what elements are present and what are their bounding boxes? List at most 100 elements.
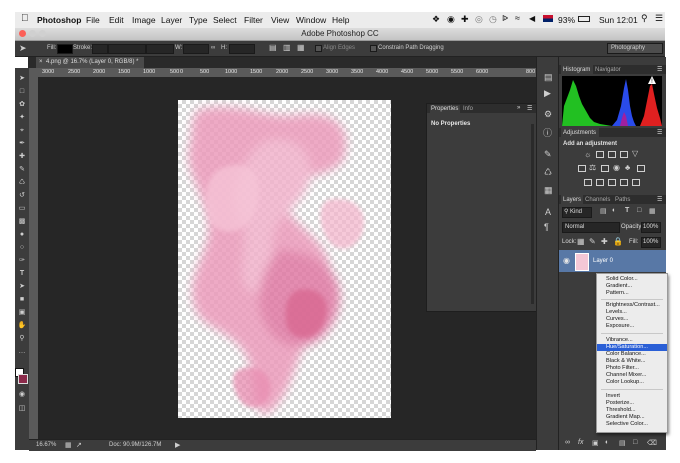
- brush-tool-icon[interactable]: ✎: [17, 165, 27, 174]
- dropbox-icon[interactable]: ❖: [432, 14, 440, 25]
- actions-icon[interactable]: ▶: [544, 88, 551, 99]
- hue-sat-icon[interactable]: [578, 165, 586, 172]
- visibility-eye-icon[interactable]: ◉: [563, 256, 570, 265]
- channel-mixer-icon[interactable]: ♣: [625, 163, 630, 172]
- exposure-icon[interactable]: [620, 151, 628, 158]
- collapse-icon[interactable]: »: [517, 105, 520, 111]
- menu-window[interactable]: Window: [296, 15, 326, 25]
- menu-list-icon[interactable]: ☰: [655, 13, 663, 24]
- menu-layer[interactable]: Layer: [161, 15, 182, 25]
- menu-item-posterize[interactable]: Posterize...: [597, 400, 667, 407]
- menu-item-pattern[interactable]: Pattern...: [597, 290, 667, 297]
- path-arrangement-icon[interactable]: ▦: [297, 43, 305, 52]
- lasso-tool-icon[interactable]: ✿: [17, 100, 27, 109]
- layer-name[interactable]: Layer 0: [593, 258, 613, 264]
- menu-item-solid-color[interactable]: Solid Color...: [597, 276, 667, 283]
- properties-icon[interactable]: ⚙: [544, 109, 552, 120]
- photo-filter-icon[interactable]: ◉: [613, 163, 620, 172]
- panel-menu-icon[interactable]: ☰: [527, 105, 532, 112]
- dodge-tool-icon[interactable]: ○: [17, 243, 27, 252]
- eyedropper-tool-icon[interactable]: ✒: [17, 139, 27, 148]
- lock-position-icon[interactable]: ✚: [601, 237, 608, 246]
- height-field[interactable]: [229, 44, 255, 54]
- document-canvas[interactable]: [178, 100, 391, 418]
- clock[interactable]: Sun 12:01: [599, 15, 638, 25]
- menu-item-curves[interactable]: Curves...: [597, 316, 667, 323]
- status-circle-icon[interactable]: ◉: [447, 14, 455, 25]
- share-icon[interactable]: ↗: [76, 441, 82, 449]
- menu-item-color-lookup[interactable]: Color Lookup...: [597, 379, 667, 386]
- tab-adjustments[interactable]: Adjustments: [563, 130, 596, 136]
- menu-filter[interactable]: Filter: [244, 15, 263, 25]
- tab-navigator[interactable]: Navigator: [595, 67, 621, 73]
- mask-icon[interactable]: ▣: [592, 439, 599, 447]
- curves-icon[interactable]: [608, 151, 616, 158]
- healing-brush-icon[interactable]: ✚: [17, 152, 27, 161]
- document-tab[interactable]: × 4.png @ 16.7% (Layer 0, RGB/8) *: [36, 57, 144, 68]
- brush-presets-icon[interactable]: ✎: [544, 149, 552, 160]
- lock-brush-icon[interactable]: ✎: [589, 237, 596, 246]
- threshold-icon[interactable]: [608, 179, 616, 186]
- 3d-tool-icon[interactable]: ▣: [17, 308, 27, 317]
- align-edges-checkbox[interactable]: [315, 45, 322, 52]
- path-alignment-icon[interactable]: ▥: [283, 43, 291, 52]
- black-white-icon[interactable]: [601, 165, 609, 172]
- status-icon[interactable]: ▦: [65, 441, 72, 449]
- menu-item-photo-filter[interactable]: Photo Filter...: [597, 365, 667, 372]
- menu-help[interactable]: Help: [332, 15, 349, 25]
- posterize-icon[interactable]: [596, 179, 604, 186]
- menu-item-channel-mixer[interactable]: Channel Mixer...: [597, 372, 667, 379]
- app-menu[interactable]: Photoshop: [37, 15, 81, 25]
- menu-type[interactable]: Type: [189, 15, 207, 25]
- menu-item-selective-color[interactable]: Selective Color...: [597, 421, 667, 428]
- paragraph-icon[interactable]: ¶: [544, 222, 549, 232]
- menu-item-black-white[interactable]: Black & White...: [597, 358, 667, 365]
- path-select-icon[interactable]: ➤: [17, 282, 27, 291]
- color-lookup-icon[interactable]: [637, 165, 645, 172]
- time-machine-icon[interactable]: ◷: [489, 14, 497, 25]
- zoom-level[interactable]: 16.67%: [36, 442, 56, 448]
- quick-mask-icon[interactable]: ◉: [17, 390, 27, 399]
- panel-menu-icon[interactable]: ☰: [657, 196, 662, 203]
- hand-tool-icon[interactable]: ✋: [17, 321, 27, 330]
- stroke-swatch[interactable]: [92, 44, 108, 54]
- marquee-tool-icon[interactable]: □: [17, 87, 27, 96]
- flag-icon[interactable]: [543, 15, 553, 22]
- history-brush-icon[interactable]: ↺: [17, 191, 27, 200]
- fill-swatch[interactable]: [57, 44, 73, 54]
- tab-channels[interactable]: Channels: [585, 197, 610, 203]
- menu-item-levels[interactable]: Levels...: [597, 309, 667, 316]
- link-icon[interactable]: ∞: [211, 45, 215, 51]
- tab-paths[interactable]: Paths: [615, 197, 630, 203]
- panel-menu-icon[interactable]: ☰: [657, 129, 662, 136]
- color-balance-icon[interactable]: ⚖: [589, 163, 596, 172]
- menu-select[interactable]: Select: [213, 15, 237, 25]
- stroke-type-dropdown[interactable]: [146, 44, 174, 54]
- menu-image[interactable]: Image: [132, 15, 156, 25]
- blur-tool-icon[interactable]: ●: [17, 230, 27, 239]
- new-group-icon[interactable]: ▤: [619, 439, 626, 447]
- tab-info[interactable]: Info: [463, 106, 473, 112]
- character-icon[interactable]: A: [545, 207, 551, 217]
- menu-item-gradient-map[interactable]: Gradient Map...: [597, 414, 667, 421]
- panel-menu-icon[interactable]: ☰: [657, 66, 662, 73]
- bluetooth-icon[interactable]: ᐉ: [502, 14, 508, 23]
- menu-item-exposure[interactable]: Exposure...: [597, 323, 667, 330]
- lock-icon[interactable]: 🔒: [613, 237, 623, 246]
- stroke-width-field[interactable]: [108, 44, 146, 54]
- status-menu-icon[interactable]: ▶: [175, 441, 180, 449]
- tab-histogram[interactable]: Histogram: [563, 67, 590, 73]
- move-tool-icon[interactable]: ➤: [19, 43, 27, 54]
- volume-icon[interactable]: ◀: [529, 14, 535, 23]
- battery-percent[interactable]: 93%: [558, 15, 575, 25]
- menu-item-vibrance[interactable]: Vibrance...: [597, 337, 667, 344]
- tool-presets-icon[interactable]: ▦: [544, 185, 553, 196]
- tab-properties[interactable]: Properties: [431, 106, 458, 112]
- gradient-tool-icon[interactable]: ▩: [17, 217, 27, 226]
- new-adjustment-icon[interactable]: ◐: [605, 439, 609, 446]
- medical-cross-icon[interactable]: ✚: [461, 14, 469, 25]
- foreground-color-swatch[interactable]: [18, 374, 28, 384]
- history-icon[interactable]: ▤: [544, 72, 553, 83]
- invert-icon[interactable]: [584, 179, 592, 186]
- menu-item-hue-saturation[interactable]: Hue/Saturation...: [597, 344, 667, 351]
